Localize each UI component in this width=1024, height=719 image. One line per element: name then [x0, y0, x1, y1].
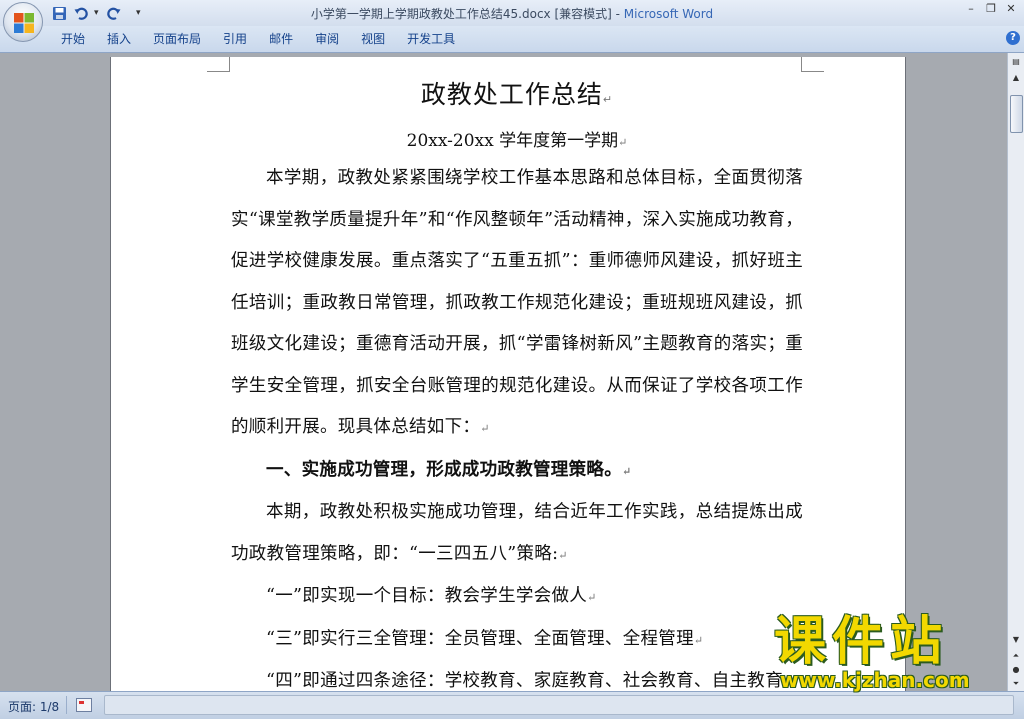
paragraph-mark: ↵: [558, 548, 568, 562]
tab-insert[interactable]: 插入: [96, 26, 142, 52]
vertical-scrollbar[interactable]: ▤ ▲ ▼ ⏶ ● ⏷: [1007, 53, 1024, 691]
tab-developer[interactable]: 开发工具: [396, 26, 466, 52]
paragraph-text: 本学期，政教处紧紧围绕学校工作基本思路和总体目标，全面贯彻落实“课堂教学质量提升…: [231, 168, 803, 437]
paragraph-mark: ↵: [480, 422, 490, 435]
next-page-icon[interactable]: ⏷: [1009, 677, 1023, 691]
ruler-toggle-icon[interactable]: ▤: [1009, 55, 1023, 69]
list-item: “一”即实现一个目标：教会学生学会做人↵: [231, 576, 803, 619]
document-subtitle: 20xx-20xx 学年度第一学期↵: [231, 126, 803, 158]
document-area: 政教处工作总结↵ 20xx-20xx 学年度第一学期↵ 本学期，政教处紧紧围绕学…: [0, 53, 1008, 691]
watermark-url: www.kjzhan.com: [780, 668, 970, 692]
help-icon[interactable]: ?: [1006, 31, 1020, 45]
title-separator: -: [611, 7, 624, 21]
page-indicator[interactable]: 页面: 1/8: [8, 698, 59, 715]
title-bar: ▾ ▾ 小学第一学期上学期政教处工作总结45.docx [兼容模式] - Mic…: [0, 0, 1024, 26]
scroll-up-icon[interactable]: ▲: [1009, 71, 1023, 85]
ribbon-tabs: 开始 插入 页面布局 引用 邮件 审阅 视图 开发工具: [50, 26, 466, 52]
status-divider: [66, 696, 67, 714]
office-logo-icon: [14, 13, 34, 33]
section-heading: 一、实施成功管理，形成成功政教管理策略。↵: [231, 450, 803, 493]
paragraph: 本学期，政教处紧紧围绕学校工作基本思路和总体目标，全面贯彻落实“课堂教学质量提升…: [231, 158, 803, 450]
document-body: 政教处工作总结↵ 20xx-20xx 学年度第一学期↵ 本学期，政教处紧紧围绕学…: [231, 77, 803, 691]
paragraph-mark: ↵: [618, 136, 628, 149]
scrollbar-thumb[interactable]: [1010, 95, 1023, 133]
crop-mark-top-left: [207, 57, 230, 72]
tab-references[interactable]: 引用: [212, 26, 258, 52]
restore-icon[interactable]: ❐: [984, 2, 998, 15]
list-item: “三”即实行三全管理：全员管理、全面管理、全程管理↵: [231, 619, 803, 662]
document-title: 政教处工作总结↵: [231, 77, 803, 118]
previous-page-icon[interactable]: ⏶: [1009, 649, 1023, 663]
list-item: “四”即通过四条途径：学校教育、家庭教育、社会教育、自主教育: [231, 661, 803, 691]
tab-review[interactable]: 审阅: [304, 26, 350, 52]
watermark: 课件站 www.kjzhan.com: [774, 612, 1010, 694]
window-title: 小学第一学期上学期政教处工作总结45.docx [兼容模式] - Microso…: [0, 5, 1024, 22]
tab-mailings[interactable]: 邮件: [258, 26, 304, 52]
crop-mark-top-right: [801, 57, 824, 72]
list-item-text: “三”即实行三全管理：全员管理、全面管理、全程管理: [266, 628, 694, 649]
scroll-down-icon[interactable]: ▼: [1009, 633, 1023, 647]
tab-page-layout[interactable]: 页面布局: [142, 26, 212, 52]
document-title-text: 政教处工作总结: [420, 80, 603, 109]
document-name: 小学第一学期上学期政教处工作总结45.docx [兼容模式]: [310, 7, 612, 21]
paragraph-text: 本期，政教处积极实施成功管理，结合近年工作实践，总结提炼出成功政教管理策略，即：…: [231, 502, 803, 564]
paragraph-mark: ↵: [602, 93, 614, 106]
paragraph-mark: ↵: [587, 591, 597, 604]
close-icon[interactable]: ✕: [1004, 2, 1018, 15]
section-heading-text: 一、实施成功管理，形成成功政教管理策略。: [266, 459, 622, 480]
document-subtitle-text: 20xx-20xx 学年度第一学期: [406, 131, 619, 151]
horizontal-scrollbar[interactable]: [104, 695, 1014, 715]
browse-object-icon[interactable]: ●: [1009, 663, 1023, 677]
document-page[interactable]: 政教处工作总结↵ 20xx-20xx 学年度第一学期↵ 本学期，政教处紧紧围绕学…: [110, 57, 906, 691]
paragraph: 本期，政教处积极实施成功管理，结合近年工作实践，总结提炼出成功政教管理策略，即：…: [231, 492, 803, 576]
list-item-text: “四”即通过四条途径：学校教育、家庭教育、社会教育、自主教育: [266, 671, 783, 691]
paragraph-mark: ↵: [622, 464, 632, 478]
list-item-text: “一”即实现一个目标：教会学生学会做人: [266, 586, 588, 606]
proofing-icon[interactable]: [76, 698, 92, 712]
paragraph-mark: ↵: [693, 633, 704, 647]
tab-home[interactable]: 开始: [50, 26, 96, 52]
window-controls: – ❐ ✕: [964, 2, 1018, 15]
ribbon-tab-bar: 开始 插入 页面布局 引用 邮件 审阅 视图 开发工具: [0, 26, 1024, 53]
minimize-icon[interactable]: –: [964, 2, 978, 15]
office-button[interactable]: [3, 2, 43, 42]
app-name: Microsoft Word: [623, 7, 714, 21]
watermark-logo: 课件站: [774, 612, 949, 672]
status-bar: 页面: 1/8: [0, 691, 1024, 719]
tab-view[interactable]: 视图: [350, 26, 396, 52]
